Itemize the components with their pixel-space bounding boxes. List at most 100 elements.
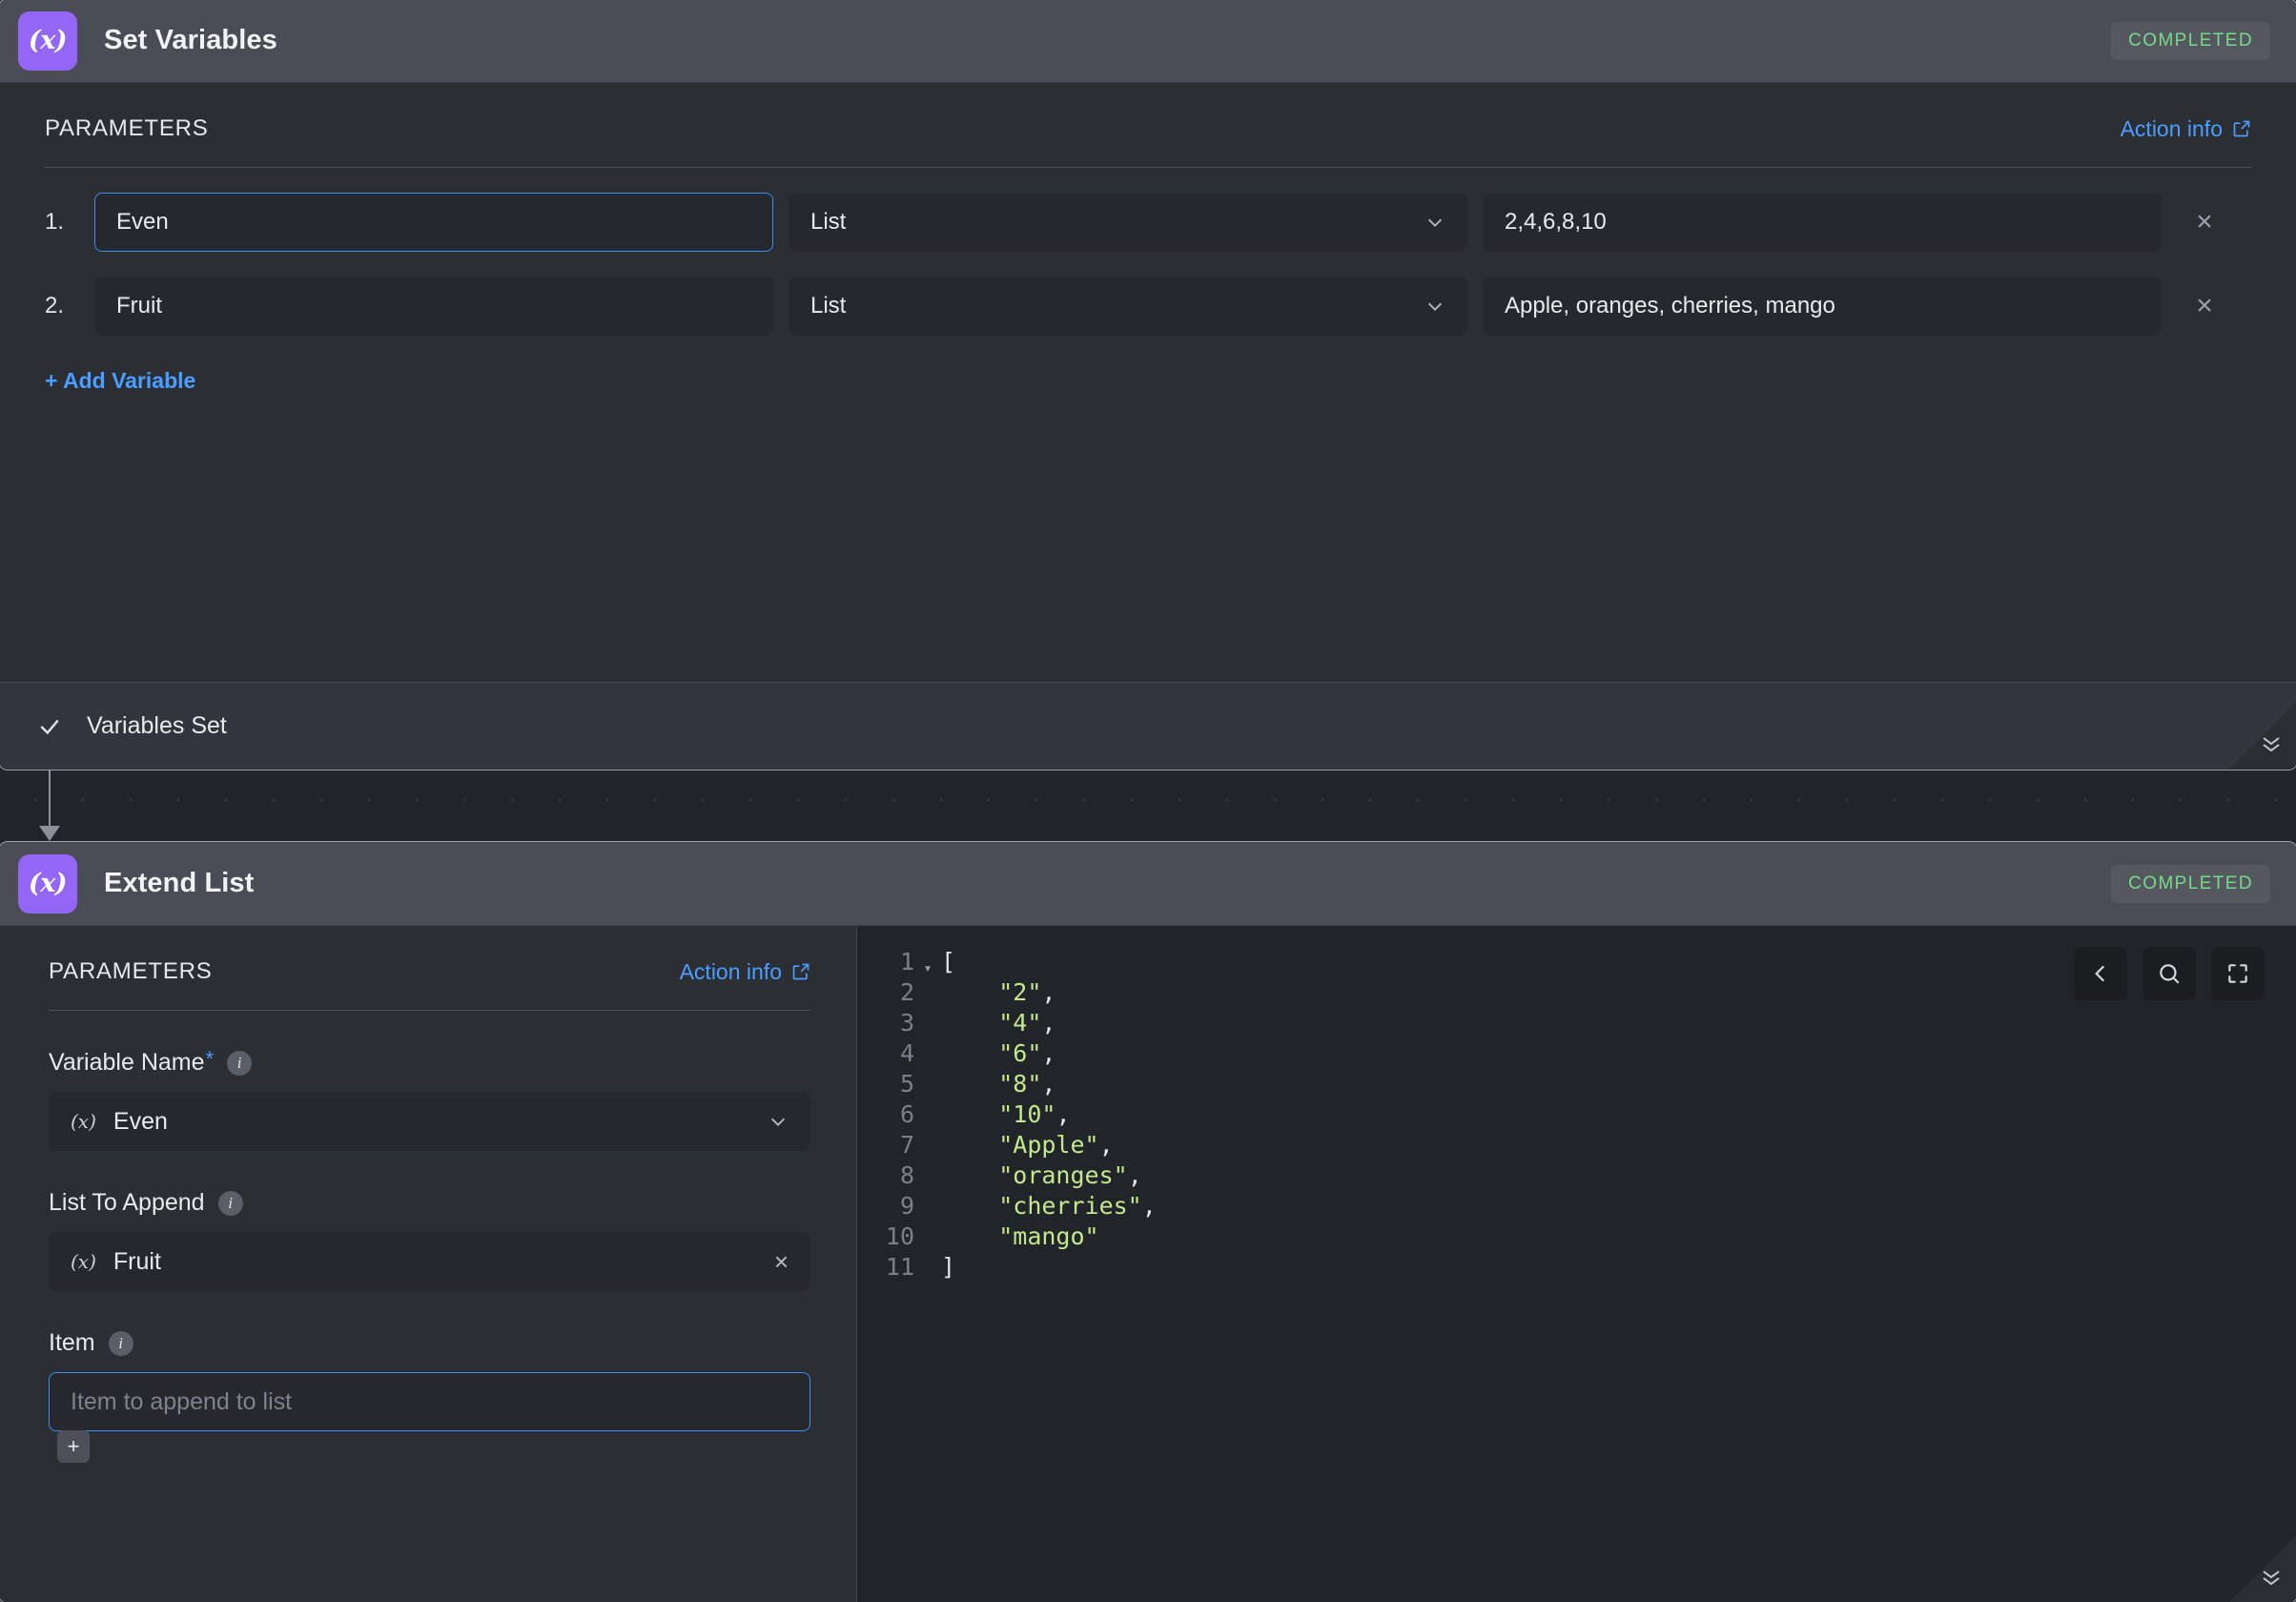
- variable-name-input-2[interactable]: Fruit: [94, 277, 773, 336]
- variable-name-label-text: Variable Name: [49, 1049, 205, 1076]
- list-to-append-label: List To Append i: [49, 1189, 810, 1217]
- variable-icon: (x): [18, 853, 77, 914]
- parameters-bar: PARAMETERS Action info: [0, 83, 2296, 142]
- code-line: 8 "oranges",: [874, 1160, 2296, 1191]
- external-link-icon: [792, 963, 810, 980]
- variable-icon-glyph: (x): [28, 26, 68, 55]
- code-line: 7 "Apple",: [874, 1130, 2296, 1160]
- parameters-bar-2: PARAMETERS Action info: [49, 958, 810, 985]
- collapse-left-button[interactable]: [2074, 947, 2127, 1000]
- parameters-heading-2: PARAMETERS: [49, 958, 213, 984]
- add-item-button[interactable]: +: [57, 1430, 90, 1463]
- clear-icon[interactable]: ×: [774, 1247, 789, 1277]
- line-number: 4: [899, 1039, 914, 1067]
- search-button[interactable]: [2142, 947, 2196, 1000]
- info-icon[interactable]: i: [108, 1330, 133, 1356]
- card-header-set-variables: (x) Set Variables COMPLETED: [0, 0, 2296, 83]
- connector-line: [49, 770, 51, 830]
- info-icon[interactable]: i: [217, 1190, 243, 1216]
- remove-variable-button-1[interactable]: ×: [2169, 206, 2240, 238]
- chevron-down-icon: [1427, 302, 1443, 311]
- variable-type-value-2: List: [810, 293, 847, 318]
- variable-type-select-2[interactable]: List: [789, 277, 1467, 336]
- add-variable-button[interactable]: + Add Variable: [0, 368, 241, 394]
- variable-chip-icon: (x): [71, 1110, 96, 1133]
- chevron-down-icon: [770, 1118, 786, 1126]
- variable-name-value: Even: [113, 1107, 168, 1135]
- page-title: Set Variables: [104, 25, 277, 55]
- list-to-append-label-text: List To Append: [49, 1189, 205, 1216]
- code-text: "oranges",: [998, 1161, 1142, 1189]
- code-line: 5 "8",: [874, 1069, 2296, 1099]
- code-line: 4 "6",: [874, 1038, 2296, 1069]
- line-number: 8: [899, 1161, 914, 1189]
- double-chevron-down-icon: [2263, 1571, 2280, 1586]
- code-line: 6 "10",: [874, 1099, 2296, 1130]
- search-icon: [2160, 964, 2180, 984]
- check-icon: [40, 719, 59, 734]
- fullscreen-icon: [2228, 964, 2247, 983]
- code-text: "4",: [998, 1009, 1056, 1037]
- code-text: [: [941, 948, 956, 976]
- workflow-canvas: (x) Set Variables COMPLETED PARAMETERS A…: [0, 0, 2296, 1602]
- code-line: 11]: [874, 1252, 2296, 1283]
- code-text: "6",: [998, 1039, 1056, 1067]
- line-number: 7: [899, 1131, 914, 1159]
- variable-type-value-1: List: [810, 209, 847, 235]
- item-input[interactable]: Item to append to list +: [49, 1372, 810, 1463]
- list-to-append-input[interactable]: (x) Fruit ×: [49, 1232, 810, 1291]
- line-number: 2: [899, 978, 914, 1006]
- list-to-append-value: Fruit: [113, 1247, 161, 1275]
- variable-name-value-2: Fruit: [116, 293, 162, 318]
- code-text: "mango": [998, 1222, 1099, 1250]
- action-info-link[interactable]: Action info: [2121, 116, 2251, 142]
- action-info-label: Action info: [2120, 115, 2223, 141]
- line-number: 9: [899, 1192, 914, 1220]
- chevron-down-icon: [1427, 218, 1443, 227]
- variable-value-input-1[interactable]: 2,4,6,8,10: [1483, 193, 2162, 252]
- variable-name-input-1[interactable]: Even: [94, 193, 773, 252]
- item-placeholder: Item to append to list: [71, 1387, 293, 1415]
- item-label: Item i: [49, 1329, 810, 1357]
- code-line: 10 "mango": [874, 1222, 2296, 1252]
- line-number: 1: [899, 948, 914, 976]
- variable-value-text-2: Apple, oranges, cherries, mango: [1505, 293, 1835, 318]
- variable-icon-glyph: (x): [28, 869, 68, 898]
- variable-name-select[interactable]: (x) Even: [49, 1092, 810, 1151]
- row-index: 2.: [45, 293, 65, 318]
- line-number: 3: [899, 1009, 914, 1037]
- remove-variable-button-2[interactable]: ×: [2169, 290, 2240, 322]
- fullscreen-button[interactable]: [2211, 947, 2265, 1000]
- info-icon[interactable]: i: [227, 1050, 253, 1076]
- line-number: 5: [899, 1070, 914, 1098]
- action-info-link-2[interactable]: Action info: [680, 959, 810, 985]
- line-number: 10: [885, 1222, 914, 1250]
- parameters-heading: PARAMETERS: [45, 115, 209, 141]
- variable-value-input-2[interactable]: Apple, oranges, cherries, mango: [1483, 277, 2162, 336]
- variable-type-select-1[interactable]: List: [789, 193, 1467, 252]
- collapse-card-button-1[interactable]: [2228, 701, 2296, 770]
- collapse-card-button-2[interactable]: [2228, 1534, 2296, 1602]
- card-footer-status: Variables Set: [0, 682, 2296, 770]
- variable-chip-icon: (x): [71, 1250, 96, 1273]
- code-text: "cherries",: [998, 1192, 1157, 1220]
- footer-status-text: Variables Set: [87, 712, 227, 739]
- card-body-split: PARAMETERS Action info Variable Name * i…: [0, 926, 2296, 1602]
- line-number: 11: [885, 1253, 914, 1281]
- row-index: 1.: [45, 209, 65, 235]
- variable-value-text-1: 2,4,6,8,10: [1505, 209, 1607, 235]
- table-row: 1. Even List 2,4,6,8,10 ×: [0, 193, 2296, 252]
- parameters-pane: PARAMETERS Action info Variable Name * i…: [0, 926, 857, 1602]
- variable-name-label: Variable Name * i: [49, 1048, 810, 1077]
- page-title-extend-list: Extend List: [104, 868, 255, 898]
- double-chevron-down-icon: [2263, 737, 2280, 752]
- status-badge: COMPLETED: [2111, 21, 2270, 60]
- item-label-text: Item: [49, 1329, 95, 1356]
- code-line: 9 "cherries",: [874, 1191, 2296, 1222]
